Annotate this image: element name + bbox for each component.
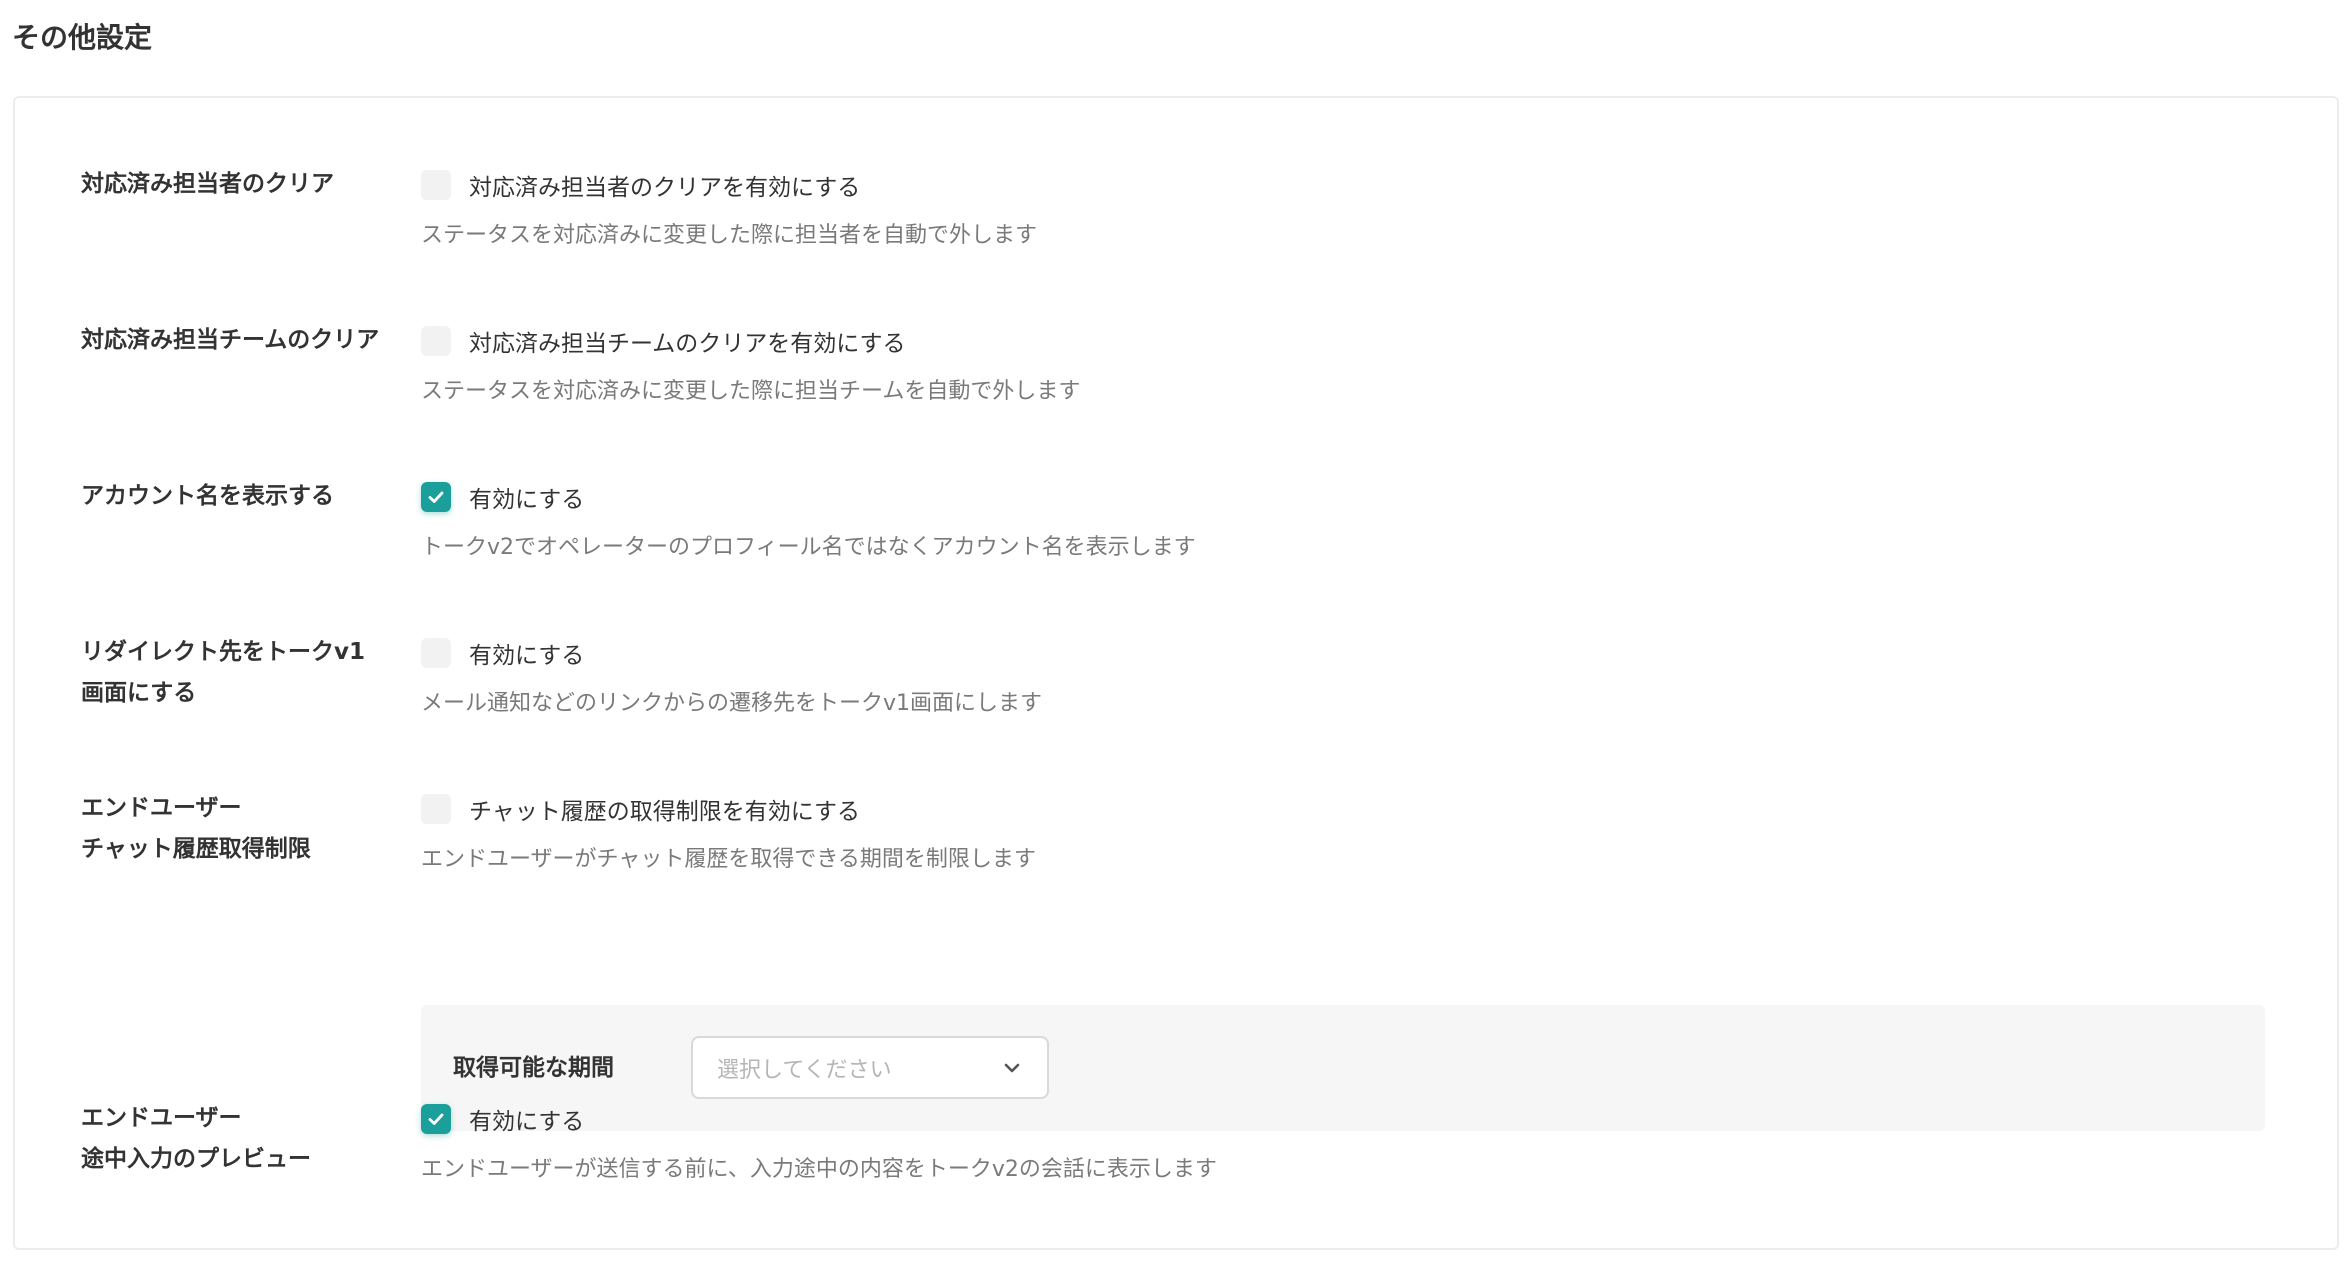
checkbox-label[interactable]: 有効にする [469, 1102, 584, 1136]
setting-description: ステータスを対応済みに変更した際に担当チームを自動で外します [421, 379, 1081, 404]
redirect-v1-checkbox[interactable] [421, 637, 451, 668]
checkbox-label[interactable]: チャット履歴の取得制限を有効にする [469, 792, 860, 826]
chevron-down-icon [1004, 1063, 1020, 1072]
setting-label: リダイレクト先をトークv1 画面にする [81, 639, 365, 706]
checkbox-row[interactable]: 有効にする [421, 1098, 2337, 1139]
checkbox-label[interactable]: 有効にする [469, 480, 584, 514]
period-label: 取得可能な期間 [453, 1055, 614, 1081]
settings-card: 対応済み担当者のクリア 対応済み担当者のクリアを有効にする ステータスを対応済み… [13, 96, 2339, 1250]
setting-description: エンドユーザーが送信する前に、入力途中の内容をトークv2の会話に表示します [421, 1157, 1217, 1182]
page-title: その他設定 [12, 21, 153, 54]
setting-description: メール通知などのリンクからの遷移先をトークv1画面にします [421, 691, 1043, 716]
checkmark-icon [428, 491, 444, 503]
setting-label: エンドユーザー チャット履歴取得制限 [81, 795, 311, 862]
checkbox-label[interactable]: 対応済み担当者のクリアを有効にする [469, 168, 860, 202]
setting-label: アカウント名を表示する [81, 483, 334, 509]
setting-control: チャット履歴の取得制限を有効にする エンドユーザーがチャット履歴を取得できる期間… [421, 788, 2337, 876]
setting-control: 有効にする トークv2でオペレーターのプロフィール名ではなくアカウント名を表示し… [421, 476, 2337, 564]
clear-team-checkbox[interactable] [421, 325, 451, 356]
period-select-placeholder: 選択してください [717, 1057, 892, 1083]
checkmark-icon [428, 1113, 444, 1125]
checkbox-row[interactable]: 有効にする [421, 476, 2337, 517]
setting-label: エンドユーザー 途中入力のプレビュー [81, 1105, 311, 1172]
setting-description: トークv2でオペレーターのプロフィール名ではなくアカウント名を表示します [421, 535, 1196, 560]
clear-assignee-checkbox[interactable] [421, 169, 451, 200]
setting-description: エンドユーザーがチャット履歴を取得できる期間を制限します [421, 847, 1036, 872]
history-limit-checkbox[interactable] [421, 793, 451, 824]
show-account-name-checkbox[interactable] [421, 481, 451, 512]
checkbox-row[interactable]: 対応済み担当者のクリアを有効にする [421, 164, 2337, 205]
checkbox-row[interactable]: 有効にする [421, 632, 2337, 673]
setting-control: 対応済み担当チームのクリアを有効にする ステータスを対応済みに変更した際に担当チ… [421, 320, 2337, 408]
period-select[interactable]: 選択してください [691, 1036, 1049, 1099]
checkbox-row[interactable]: 対応済み担当チームのクリアを有効にする [421, 320, 2337, 361]
setting-label: 対応済み担当チームのクリア [81, 327, 380, 353]
checkbox-label[interactable]: 対応済み担当チームのクリアを有効にする [469, 324, 906, 358]
checkbox-row[interactable]: チャット履歴の取得制限を有効にする [421, 788, 2337, 829]
setting-control: 有効にする メール通知などのリンクからの遷移先をトークv1画面にします [421, 632, 2337, 720]
setting-label: 対応済み担当者のクリア [81, 171, 334, 197]
setting-description: ステータスを対応済みに変更した際に担当者を自動で外します [421, 223, 1038, 248]
setting-control: 有効にする エンドユーザーが送信する前に、入力途中の内容をトークv2の会話に表示… [421, 1098, 2337, 1186]
checkbox-label[interactable]: 有効にする [469, 636, 584, 670]
typing-preview-checkbox[interactable] [421, 1103, 451, 1134]
setting-control: 対応済み担当者のクリアを有効にする ステータスを対応済みに変更した際に担当者を自… [421, 164, 2337, 252]
